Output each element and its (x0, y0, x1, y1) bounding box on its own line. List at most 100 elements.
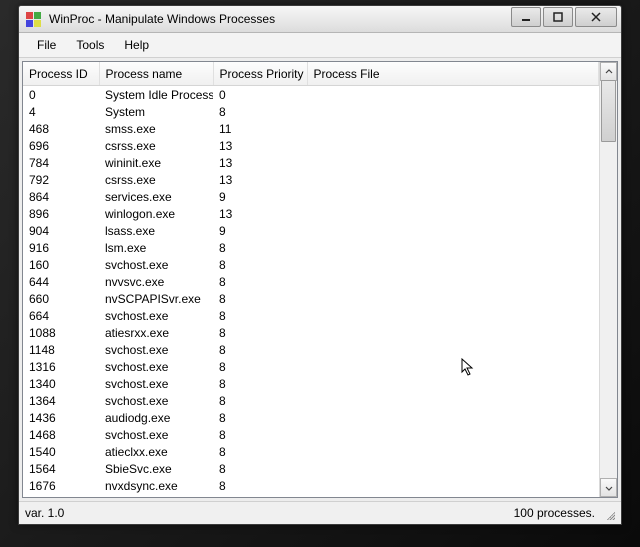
scroll-thumb[interactable] (601, 80, 616, 142)
table-row[interactable]: 864services.exe9 (23, 188, 599, 205)
column-header-row: Process ID Process name Process Priority… (23, 62, 599, 86)
close-icon (591, 12, 601, 22)
cell-id: 916 (23, 239, 99, 256)
table-row[interactable]: 792csrss.exe13 (23, 171, 599, 188)
cell-file (307, 171, 599, 188)
cell-file (307, 120, 599, 137)
cell-file (307, 477, 599, 494)
cell-id: 1564 (23, 460, 99, 477)
table-row[interactable]: 896winlogon.exe13 (23, 205, 599, 222)
table-row[interactable]: 664svchost.exe8 (23, 307, 599, 324)
cell-name: smss.exe (99, 120, 213, 137)
cell-id: 1340 (23, 375, 99, 392)
scroll-down-button[interactable] (600, 478, 617, 497)
cell-file (307, 392, 599, 409)
table-row[interactable]: 1468svchost.exe8 (23, 426, 599, 443)
menubar: File Tools Help (19, 33, 621, 58)
table-row[interactable]: 696csrss.exe13 (23, 137, 599, 154)
scroll-up-button[interactable] (600, 62, 617, 81)
table-row[interactable]: 1364svchost.exe8 (23, 392, 599, 409)
cell-name: svchost.exe (99, 392, 213, 409)
table-row[interactable]: 468smss.exe11 (23, 120, 599, 137)
cell-file (307, 290, 599, 307)
cell-pri: 9 (213, 188, 307, 205)
resize-grip[interactable] (601, 506, 615, 520)
cell-name: csrss.exe (99, 171, 213, 188)
cell-name: atieclxx.exe (99, 443, 213, 460)
cell-id: 696 (23, 137, 99, 154)
desktop: WinProc - Manipulate Windows Processes F… (0, 0, 640, 547)
table-row[interactable]: 916lsm.exe8 (23, 239, 599, 256)
table-row[interactable]: 160svchost.exe8 (23, 256, 599, 273)
table-row[interactable]: 1564SbieSvc.exe8 (23, 460, 599, 477)
chevron-down-icon (605, 484, 613, 492)
table-row[interactable]: 904lsass.exe9 (23, 222, 599, 239)
cell-pri: 8 (213, 443, 307, 460)
titlebar[interactable]: WinProc - Manipulate Windows Processes (19, 6, 621, 33)
column-header-name[interactable]: Process name (99, 62, 213, 86)
table-row[interactable]: 0System Idle Process0 (23, 86, 599, 104)
table-row[interactable]: 644nvvsvc.exe8 (23, 273, 599, 290)
cell-pri: 13 (213, 205, 307, 222)
cell-id: 864 (23, 188, 99, 205)
column-header-id[interactable]: Process ID (23, 62, 99, 86)
vertical-scrollbar[interactable] (599, 62, 617, 497)
cell-pri: 8 (213, 426, 307, 443)
cell-name: audiodg.exe (99, 409, 213, 426)
column-header-file[interactable]: Process File (307, 62, 599, 86)
app-icon (25, 11, 41, 27)
cell-pri: 8 (213, 392, 307, 409)
table-row[interactable]: 1148svchost.exe8 (23, 341, 599, 358)
column-header-priority[interactable]: Process Priority (213, 62, 307, 86)
cell-file (307, 307, 599, 324)
cell-file (307, 222, 599, 239)
cell-file (307, 137, 599, 154)
cell-id: 1436 (23, 409, 99, 426)
process-list[interactable]: Process ID Process name Process Priority… (23, 62, 599, 497)
cell-name: atiesrxx.exe (99, 324, 213, 341)
cell-id: 896 (23, 205, 99, 222)
table-row[interactable]: 4System8 (23, 103, 599, 120)
cell-pri: 13 (213, 171, 307, 188)
cell-file (307, 188, 599, 205)
cell-name: SbieSvc.exe (99, 460, 213, 477)
table-row[interactable]: 784wininit.exe13 (23, 154, 599, 171)
menu-tools[interactable]: Tools (66, 35, 114, 55)
cell-file (307, 86, 599, 104)
cell-name: svchost.exe (99, 426, 213, 443)
cell-name: lsass.exe (99, 222, 213, 239)
maximize-icon (553, 12, 563, 22)
table-row[interactable]: 1316svchost.exe8 (23, 358, 599, 375)
cell-pri: 8 (213, 256, 307, 273)
cell-pri: 8 (213, 341, 307, 358)
cell-file (307, 239, 599, 256)
cell-id: 1676 (23, 477, 99, 494)
close-button[interactable] (575, 7, 617, 27)
cell-name: wininit.exe (99, 154, 213, 171)
menu-help[interactable]: Help (114, 35, 159, 55)
status-process-count: 100 processes. (514, 506, 595, 520)
table-row[interactable]: 1540atieclxx.exe8 (23, 443, 599, 460)
table-row[interactable]: 1436audiodg.exe8 (23, 409, 599, 426)
table-row[interactable]: 660nvSCPAPISvr.exe8 (23, 290, 599, 307)
cell-pri: 13 (213, 154, 307, 171)
table-row[interactable]: 1088atiesrxx.exe8 (23, 324, 599, 341)
cell-id: 784 (23, 154, 99, 171)
chevron-up-icon (605, 68, 613, 76)
menu-file[interactable]: File (27, 35, 66, 55)
cell-name: nvvsvc.exe (99, 273, 213, 290)
cell-id: 0 (23, 86, 99, 104)
table-row[interactable]: 1676nvxdsync.exe8 (23, 477, 599, 494)
minimize-button[interactable] (511, 7, 541, 27)
cell-id: 664 (23, 307, 99, 324)
cell-file (307, 205, 599, 222)
table-row[interactable]: 1340svchost.exe8 (23, 375, 599, 392)
cell-id: 1316 (23, 358, 99, 375)
cell-id: 4 (23, 103, 99, 120)
cell-name: System Idle Process (99, 86, 213, 104)
maximize-button[interactable] (543, 7, 573, 27)
cell-pri: 0 (213, 86, 307, 104)
cell-name: svchost.exe (99, 307, 213, 324)
cell-pri: 8 (213, 460, 307, 477)
cell-file (307, 341, 599, 358)
